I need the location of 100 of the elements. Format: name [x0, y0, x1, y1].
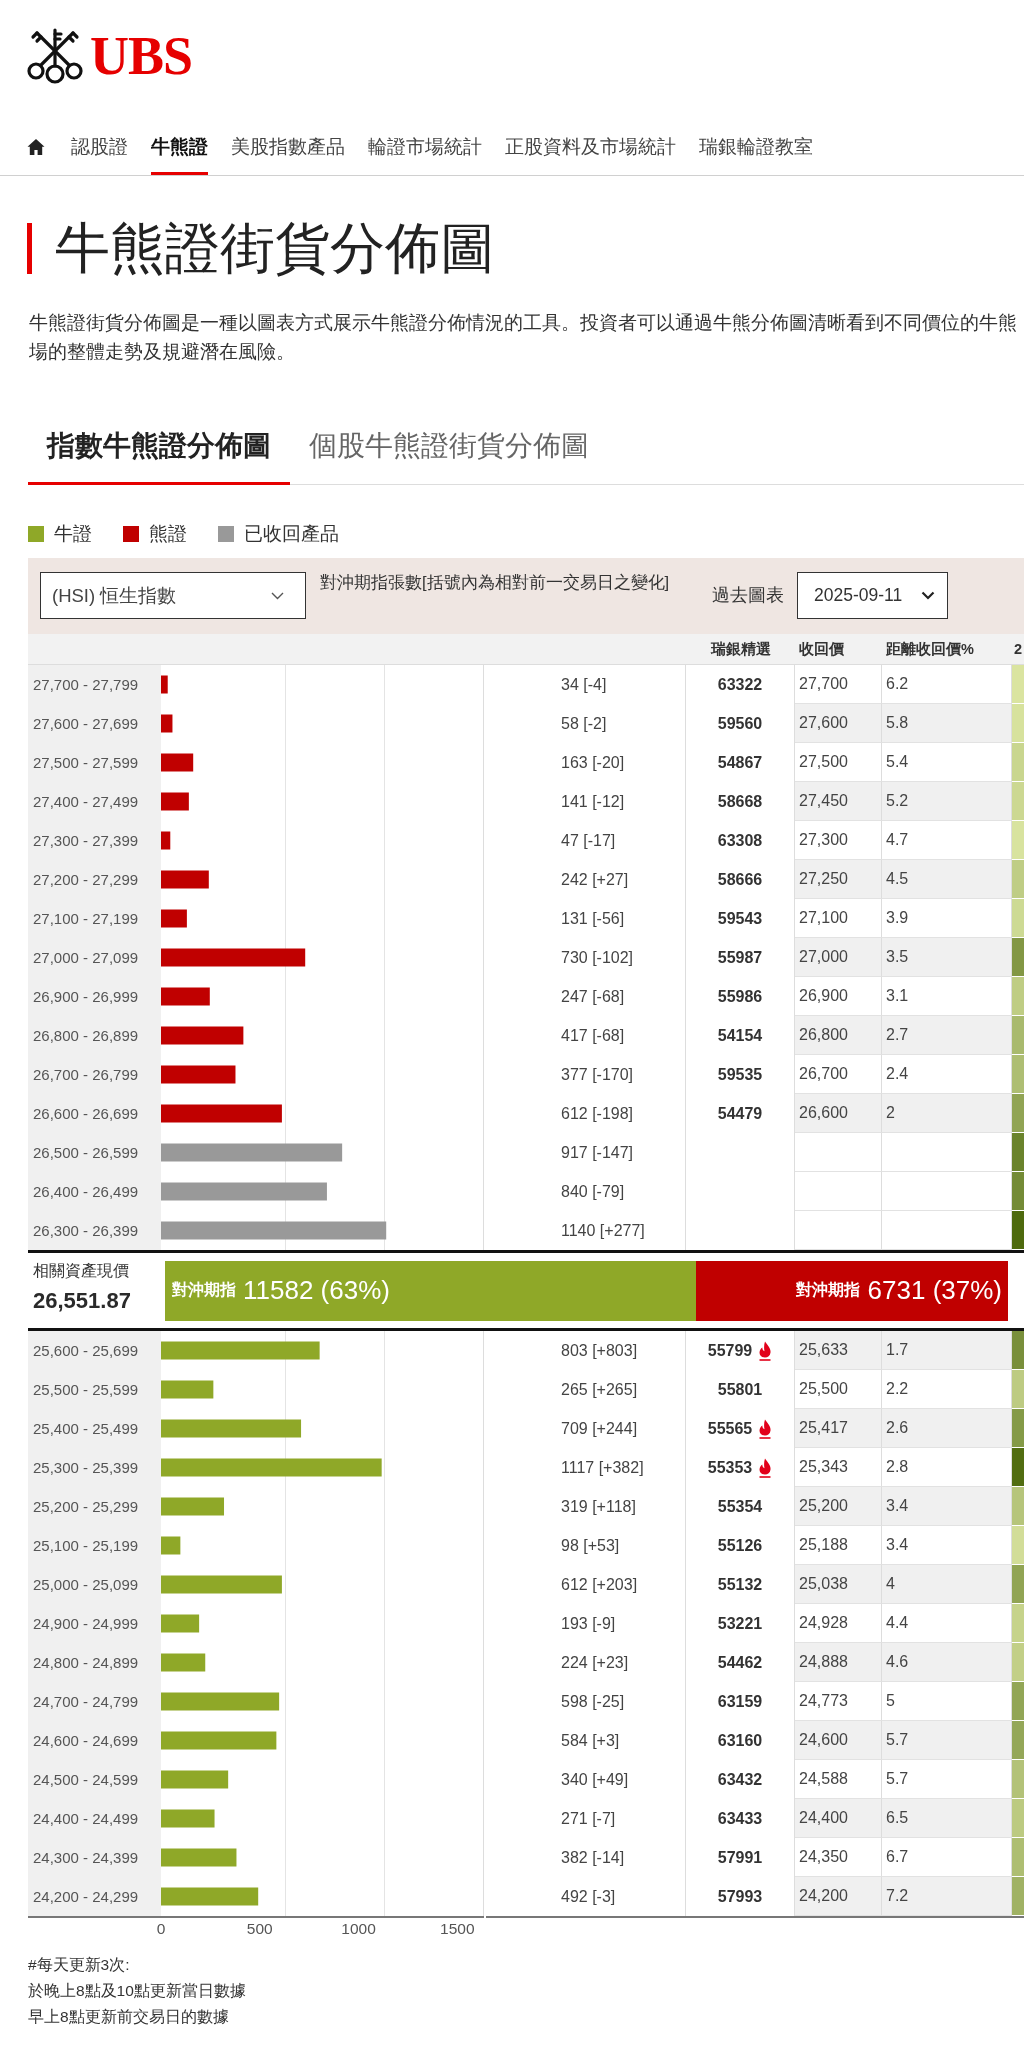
chart-bar [161, 1614, 200, 1633]
title-accent-bar [27, 222, 32, 274]
price-range-label: 27,400 - 27,499 [33, 793, 139, 810]
contract-count: 584 [+3] [561, 1731, 620, 1750]
call-price-cell: 25,417 [795, 1409, 882, 1448]
product-code: 54479 [717, 1104, 763, 1123]
page-title: 牛熊證街貨分佈圖 [55, 220, 495, 276]
product-code: 54462 [717, 1653, 763, 1672]
asset-price-label: 相關資產現價 [33, 1261, 129, 1281]
chart-bar [161, 1536, 181, 1555]
price-range-label: 26,900 - 26,999 [33, 988, 139, 1005]
price-range-label: 25,500 - 25,599 [33, 1381, 139, 1398]
update-note: #每天更新3次: [28, 1955, 130, 1975]
distance-cell: 3.4 [882, 1487, 1012, 1526]
distance-cell: 5.2 [882, 782, 1012, 821]
contract-count: 163 [-20] [561, 753, 625, 772]
nav-link[interactable]: 瑞銀輪證教室 [699, 118, 813, 175]
chart-bar [161, 1380, 214, 1399]
product-code: 58666 [717, 870, 763, 889]
product-code: 58668 [717, 792, 763, 811]
price-range-label: 25,600 - 25,699 [33, 1342, 139, 1359]
keys-icon[interactable] [27, 27, 83, 85]
price-range-label: 26,600 - 26,699 [33, 1105, 139, 1122]
nav-link[interactable]: 牛熊證 [151, 118, 208, 175]
hedge-count: 11582 (63%) [243, 1275, 390, 1306]
contract-count: 1140 [+277] [561, 1221, 645, 1240]
axis-tick-label: 0 [156, 1920, 166, 1938]
distance-cell: 7.2 [882, 1877, 1012, 1916]
contract-count: 612 [-198] [561, 1104, 634, 1123]
distance-cell: 5.8 [882, 704, 1012, 743]
product-code: 55801 [717, 1380, 763, 1399]
product-code: 55353 [707, 1458, 753, 1477]
call-price-cell: 27,250 [795, 860, 882, 899]
distance-cell: 6.5 [882, 1799, 1012, 1838]
legend-label: 牛證 [54, 524, 92, 544]
tab[interactable]: 指數牛熊證分佈圖 [28, 429, 290, 485]
home-icon[interactable] [27, 137, 45, 156]
price-range-label: 27,500 - 27,599 [33, 754, 139, 771]
column-header: 距離收回價% [886, 640, 974, 657]
chart-bar [161, 1497, 224, 1516]
price-range-label: 25,300 - 25,399 [33, 1459, 139, 1476]
distance-cell: 2 [882, 1094, 1012, 1133]
contract-count: 917 [-147] [561, 1143, 634, 1162]
contract-count: 265 [+265] [561, 1380, 638, 1399]
call-price-cell: 25,633 [795, 1331, 882, 1370]
update-note: 早上8點更新前交易日的數據 [28, 2007, 229, 2027]
price-range-label: 25,000 - 25,099 [33, 1576, 139, 1593]
price-range-label: 25,100 - 25,199 [33, 1537, 139, 1554]
legend-label: 已收回產品 [244, 524, 339, 544]
nav-link[interactable]: 正股資料及市場統計 [505, 118, 676, 175]
product-code: 59535 [717, 1065, 763, 1084]
chevron-down-icon [271, 591, 284, 600]
product-code: 63308 [717, 831, 763, 850]
axis-tick-label: 1000 [341, 1920, 376, 1938]
contract-count: 34 [-4] [561, 675, 607, 694]
price-range-label: 24,200 - 24,299 [33, 1888, 139, 1905]
call-price-cell: 27,450 [795, 782, 882, 821]
nav-link[interactable]: 輪證市場統計 [368, 118, 482, 175]
distance-cell: 1.7 [882, 1331, 1012, 1370]
product-code: 63322 [717, 675, 763, 694]
chart-bar [161, 792, 189, 811]
product-code: 53221 [717, 1614, 763, 1633]
date-dropdown[interactable]: 2025-09-11 [797, 572, 948, 619]
nav-link[interactable]: 認股證 [71, 118, 128, 175]
logo-text[interactable]: UBS [90, 29, 193, 83]
contract-count: 271 [-7] [561, 1809, 616, 1828]
product-code: 54154 [717, 1026, 763, 1045]
product-code: 63432 [717, 1770, 763, 1789]
product-code: 55986 [717, 987, 763, 1006]
call-price-cell: 24,400 [795, 1799, 882, 1838]
contract-count: 131 [-56] [561, 909, 625, 928]
product-code: 55132 [717, 1575, 763, 1594]
contract-count: 598 [-25] [561, 1692, 625, 1711]
hedge-count: 6731 (37%) [867, 1275, 1002, 1306]
distance-cell: 3.5 [882, 938, 1012, 977]
price-range-label: 26,400 - 26,499 [33, 1183, 139, 1200]
price-range-label: 24,800 - 24,899 [33, 1654, 139, 1671]
product-code: 55799 [707, 1341, 753, 1360]
tab[interactable]: 個股牛熊證街貨分佈圖 [290, 429, 608, 485]
contract-count: 224 [+23] [561, 1653, 629, 1672]
distance-cell: 5.7 [882, 1721, 1012, 1760]
nav-link[interactable]: 美股指數產品 [231, 118, 345, 175]
price-range-label: 24,500 - 24,599 [33, 1771, 139, 1788]
price-range-label: 27,000 - 27,099 [33, 949, 139, 966]
call-price-cell: 24,200 [795, 1877, 882, 1916]
index-dropdown[interactable]: (HSI) 恒生指數 [40, 572, 306, 619]
price-range-label: 25,400 - 25,499 [33, 1420, 139, 1437]
contract-count: 803 [+803] [561, 1341, 638, 1360]
price-range-label: 26,700 - 26,799 [33, 1066, 139, 1083]
product-code: 59543 [717, 909, 763, 928]
distance-cell: 4.5 [882, 860, 1012, 899]
call-price-cell: 26,600 [795, 1094, 882, 1133]
chart-bar [161, 987, 210, 1006]
column-header: 收回價 [799, 640, 844, 657]
table-caption: 對沖期指張數[括號內為相對前一交易日之變化] [320, 573, 670, 591]
price-range-label: 24,900 - 24,999 [33, 1615, 139, 1632]
legend-label: 熊證 [149, 524, 187, 544]
distance-cell: 4.6 [882, 1643, 1012, 1682]
distance-cell: 2.7 [882, 1016, 1012, 1055]
price-range-label: 24,600 - 24,699 [33, 1732, 139, 1749]
